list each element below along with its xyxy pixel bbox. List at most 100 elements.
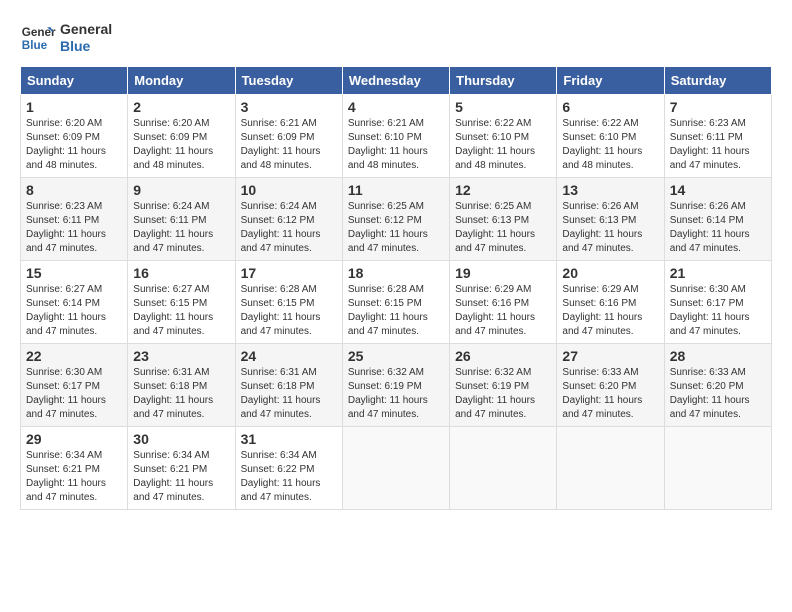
day-number: 12 (455, 182, 551, 198)
calendar-cell: 23 Sunrise: 6:31 AM Sunset: 6:18 PM Dayli… (128, 344, 235, 427)
weekday-header-monday: Monday (128, 67, 235, 95)
page-header: General Blue General Blue (20, 20, 772, 56)
calendar-cell (664, 427, 771, 510)
day-number: 23 (133, 348, 229, 364)
day-info: Sunrise: 6:21 AM Sunset: 6:09 PM Dayligh… (241, 117, 337, 173)
day-info: Sunrise: 6:21 AM Sunset: 6:10 PM Dayligh… (348, 117, 444, 173)
day-number: 7 (670, 99, 766, 115)
calendar-cell: 17 Sunrise: 6:28 AM Sunset: 6:15 PM Dayli… (235, 261, 342, 344)
day-info: Sunrise: 6:22 AM Sunset: 6:10 PM Dayligh… (562, 117, 658, 173)
calendar-cell: 13 Sunrise: 6:26 AM Sunset: 6:13 PM Dayli… (557, 178, 664, 261)
calendar-cell: 7 Sunrise: 6:23 AM Sunset: 6:11 PM Daylig… (664, 95, 771, 178)
day-info: Sunrise: 6:27 AM Sunset: 6:14 PM Dayligh… (26, 283, 122, 339)
day-info: Sunrise: 6:25 AM Sunset: 6:13 PM Dayligh… (455, 200, 551, 256)
day-number: 27 (562, 348, 658, 364)
calendar-cell: 8 Sunrise: 6:23 AM Sunset: 6:11 PM Daylig… (21, 178, 128, 261)
day-info: Sunrise: 6:34 AM Sunset: 6:22 PM Dayligh… (241, 449, 337, 505)
day-number: 9 (133, 182, 229, 198)
weekday-header-saturday: Saturday (664, 67, 771, 95)
day-number: 11 (348, 182, 444, 198)
day-number: 5 (455, 99, 551, 115)
svg-text:Blue: Blue (22, 39, 48, 52)
day-number: 21 (670, 265, 766, 281)
weekday-header-thursday: Thursday (450, 67, 557, 95)
day-number: 8 (26, 182, 122, 198)
day-info: Sunrise: 6:30 AM Sunset: 6:17 PM Dayligh… (26, 366, 122, 422)
calendar-cell: 15 Sunrise: 6:27 AM Sunset: 6:14 PM Dayli… (21, 261, 128, 344)
day-number: 6 (562, 99, 658, 115)
day-info: Sunrise: 6:31 AM Sunset: 6:18 PM Dayligh… (133, 366, 229, 422)
weekday-header-sunday: Sunday (21, 67, 128, 95)
day-number: 25 (348, 348, 444, 364)
day-number: 10 (241, 182, 337, 198)
day-number: 19 (455, 265, 551, 281)
calendar-cell: 14 Sunrise: 6:26 AM Sunset: 6:14 PM Dayli… (664, 178, 771, 261)
calendar-cell: 12 Sunrise: 6:25 AM Sunset: 6:13 PM Dayli… (450, 178, 557, 261)
logo: General Blue General Blue (20, 20, 112, 56)
day-number: 1 (26, 99, 122, 115)
day-number: 3 (241, 99, 337, 115)
calendar-table: SundayMondayTuesdayWednesdayThursdayFrid… (20, 66, 772, 510)
calendar-cell (557, 427, 664, 510)
day-info: Sunrise: 6:34 AM Sunset: 6:21 PM Dayligh… (133, 449, 229, 505)
logo-icon: General Blue (20, 20, 56, 56)
calendar-cell: 29 Sunrise: 6:34 AM Sunset: 6:21 PM Dayli… (21, 427, 128, 510)
calendar-cell: 2 Sunrise: 6:20 AM Sunset: 6:09 PM Daylig… (128, 95, 235, 178)
day-info: Sunrise: 6:29 AM Sunset: 6:16 PM Dayligh… (455, 283, 551, 339)
calendar-cell: 3 Sunrise: 6:21 AM Sunset: 6:09 PM Daylig… (235, 95, 342, 178)
calendar-cell: 31Sunrise: 6:34 AM Sunset: 6:22 PM Dayli… (235, 427, 342, 510)
calendar-cell: 19 Sunrise: 6:29 AM Sunset: 6:16 PM Dayli… (450, 261, 557, 344)
day-info: Sunrise: 6:33 AM Sunset: 6:20 PM Dayligh… (562, 366, 658, 422)
day-info: Sunrise: 6:31 AM Sunset: 6:18 PM Dayligh… (241, 366, 337, 422)
day-info: Sunrise: 6:27 AM Sunset: 6:15 PM Dayligh… (133, 283, 229, 339)
weekday-header-wednesday: Wednesday (342, 67, 449, 95)
calendar-cell: 9 Sunrise: 6:24 AM Sunset: 6:11 PM Daylig… (128, 178, 235, 261)
day-info: Sunrise: 6:28 AM Sunset: 6:15 PM Dayligh… (241, 283, 337, 339)
day-number: 2 (133, 99, 229, 115)
calendar-cell: 10 Sunrise: 6:24 AM Sunset: 6:12 PM Dayli… (235, 178, 342, 261)
calendar-cell: 1 Sunrise: 6:20 AM Sunset: 6:09 PM Daylig… (21, 95, 128, 178)
day-number: 17 (241, 265, 337, 281)
logo-text-blue: Blue (60, 38, 112, 55)
calendar-cell: 22Sunrise: 6:30 AM Sunset: 6:17 PM Dayli… (21, 344, 128, 427)
day-number: 20 (562, 265, 658, 281)
day-number: 29 (26, 431, 122, 447)
logo-text-general: General (60, 21, 112, 38)
calendar-cell: 16 Sunrise: 6:27 AM Sunset: 6:15 PM Dayli… (128, 261, 235, 344)
day-info: Sunrise: 6:24 AM Sunset: 6:11 PM Dayligh… (133, 200, 229, 256)
day-info: Sunrise: 6:29 AM Sunset: 6:16 PM Dayligh… (562, 283, 658, 339)
day-info: Sunrise: 6:26 AM Sunset: 6:13 PM Dayligh… (562, 200, 658, 256)
day-number: 14 (670, 182, 766, 198)
calendar-cell: 6 Sunrise: 6:22 AM Sunset: 6:10 PM Daylig… (557, 95, 664, 178)
calendar-cell: 30 Sunrise: 6:34 AM Sunset: 6:21 PM Dayli… (128, 427, 235, 510)
day-number: 16 (133, 265, 229, 281)
day-info: Sunrise: 6:34 AM Sunset: 6:21 PM Dayligh… (26, 449, 122, 505)
day-info: Sunrise: 6:22 AM Sunset: 6:10 PM Dayligh… (455, 117, 551, 173)
calendar-cell: 24 Sunrise: 6:31 AM Sunset: 6:18 PM Dayli… (235, 344, 342, 427)
day-number: 15 (26, 265, 122, 281)
calendar-cell (450, 427, 557, 510)
day-info: Sunrise: 6:25 AM Sunset: 6:12 PM Dayligh… (348, 200, 444, 256)
day-info: Sunrise: 6:33 AM Sunset: 6:20 PM Dayligh… (670, 366, 766, 422)
day-info: Sunrise: 6:24 AM Sunset: 6:12 PM Dayligh… (241, 200, 337, 256)
calendar-cell: 26Sunrise: 6:32 AM Sunset: 6:19 PM Dayli… (450, 344, 557, 427)
calendar-cell: 21Sunrise: 6:30 AM Sunset: 6:17 PM Dayli… (664, 261, 771, 344)
day-number: 18 (348, 265, 444, 281)
calendar-cell: 20 Sunrise: 6:29 AM Sunset: 6:16 PM Dayli… (557, 261, 664, 344)
day-info: Sunrise: 6:26 AM Sunset: 6:14 PM Dayligh… (670, 200, 766, 256)
day-number: 13 (562, 182, 658, 198)
day-info: Sunrise: 6:20 AM Sunset: 6:09 PM Dayligh… (26, 117, 122, 173)
day-info: Sunrise: 6:23 AM Sunset: 6:11 PM Dayligh… (670, 117, 766, 173)
day-info: Sunrise: 6:20 AM Sunset: 6:09 PM Dayligh… (133, 117, 229, 173)
day-info: Sunrise: 6:32 AM Sunset: 6:19 PM Dayligh… (455, 366, 551, 422)
day-number: 28 (670, 348, 766, 364)
day-number: 30 (133, 431, 229, 447)
calendar-cell: 5 Sunrise: 6:22 AM Sunset: 6:10 PM Daylig… (450, 95, 557, 178)
weekday-header-tuesday: Tuesday (235, 67, 342, 95)
calendar-cell: 18Sunrise: 6:28 AM Sunset: 6:15 PM Dayli… (342, 261, 449, 344)
calendar-cell: 25 Sunrise: 6:32 AM Sunset: 6:19 PM Dayli… (342, 344, 449, 427)
day-info: Sunrise: 6:32 AM Sunset: 6:19 PM Dayligh… (348, 366, 444, 422)
day-number: 24 (241, 348, 337, 364)
calendar-cell (342, 427, 449, 510)
day-info: Sunrise: 6:23 AM Sunset: 6:11 PM Dayligh… (26, 200, 122, 256)
